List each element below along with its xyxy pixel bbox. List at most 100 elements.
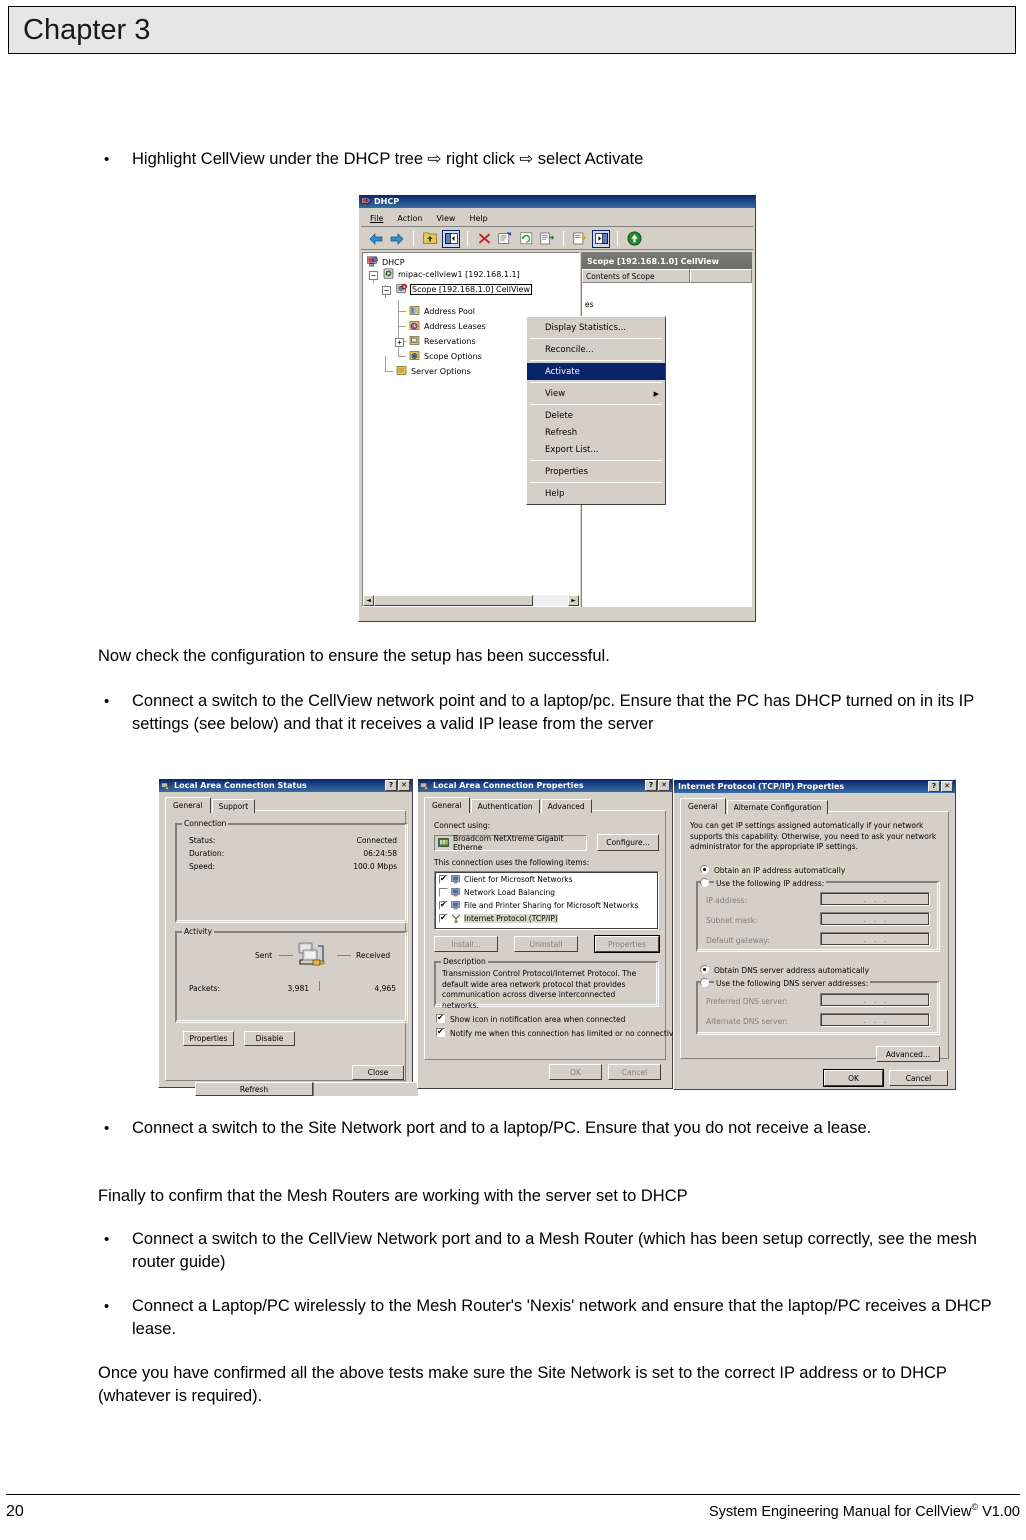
right-pane-columns[interactable]: Contents of Scope — [582, 269, 752, 283]
lac-props-window-buttons[interactable]: ? ✕ — [645, 780, 670, 791]
subnet-mask-field[interactable]: . . . — [820, 912, 930, 926]
context-menu-item-reconcile[interactable]: Reconcile... — [527, 341, 665, 358]
list-item[interactable]: Client for Microsoft Networks — [439, 874, 573, 884]
scroll-track[interactable] — [374, 595, 568, 606]
ok-button[interactable]: OK — [549, 1064, 602, 1080]
lac-status-window-buttons[interactable]: ? ✕ — [385, 780, 410, 791]
menu-view[interactable]: View — [436, 214, 455, 223]
tree-node-address-pool[interactable]: Address Pool — [409, 305, 475, 317]
tree-node-reservations[interactable]: Reservations — [409, 335, 476, 347]
cancel-button[interactable]: Cancel — [608, 1064, 661, 1080]
tab-alternate-configuration[interactable]: Alternate Configuration — [726, 800, 829, 814]
help-button-icon[interactable]: ? — [645, 780, 657, 791]
refresh-button-behind[interactable]: Refresh — [195, 1082, 313, 1096]
activate-icon[interactable] — [625, 230, 643, 248]
alternate-dns-field[interactable]: . . . — [820, 1013, 930, 1027]
tree-expander-reservations[interactable]: + — [395, 338, 404, 347]
configure-button[interactable]: Configure... — [597, 834, 659, 851]
tab-authentication[interactable]: Authentication — [470, 799, 540, 813]
ok-button[interactable]: OK — [824, 1070, 883, 1086]
context-menu-item-export-list[interactable]: Export List... — [527, 441, 665, 458]
tree-expander-scope[interactable]: − — [382, 286, 391, 295]
dhcp-toolbar[interactable]: ? — [361, 228, 753, 250]
tree-node-dhcp-root[interactable]: DHCP — [367, 256, 405, 268]
tab-general[interactable]: General — [424, 797, 470, 813]
install-button[interactable]: Install... — [434, 936, 498, 952]
local-area-connection-properties-dialog[interactable]: Local Area Connection Properties ? ✕ Gen… — [417, 778, 683, 1089]
radio-obtain-ip-automatically[interactable] — [700, 865, 709, 874]
close-icon[interactable]: ✕ — [941, 781, 953, 792]
tree-node-address-leases[interactable]: Address Leases — [409, 320, 486, 332]
list-item[interactable]: File and Printer Sharing for Microsoft N… — [439, 900, 638, 910]
tcpip-tabs[interactable]: General Alternate Configuration — [680, 798, 829, 814]
preferred-dns-field[interactable]: . . . — [820, 993, 930, 1007]
help-icon[interactable]: ? — [571, 230, 589, 248]
back-arrow-icon[interactable] — [367, 230, 385, 248]
disable-button[interactable]: Disable — [244, 1031, 295, 1046]
context-menu-item-delete[interactable]: Delete — [527, 407, 665, 424]
list-item[interactable]: Network Load Balancing — [439, 888, 555, 897]
cancel-button[interactable]: Cancel — [889, 1070, 948, 1086]
lac-props-tabs[interactable]: General Authentication Advanced — [424, 797, 593, 813]
list-item[interactable]: Internet Protocol (TCP/IP) — [439, 913, 558, 923]
context-menu-item-view[interactable]: View ▶ — [527, 385, 665, 402]
tree-node-server[interactable]: mipac-cellview1 [192.168.1.1] — [383, 268, 520, 280]
lac-status-tabs[interactable]: General Support — [165, 797, 256, 813]
scroll-thumb[interactable] — [374, 595, 534, 606]
default-gateway-field[interactable]: . . . — [820, 932, 930, 946]
menu-file[interactable]: File — [370, 214, 383, 223]
menu-action[interactable]: Action — [397, 214, 422, 223]
tree-expander-server[interactable]: − — [369, 271, 378, 280]
close-icon[interactable]: ✕ — [658, 780, 670, 791]
up-folder-icon[interactable] — [421, 230, 439, 248]
tab-general[interactable]: General — [680, 798, 726, 814]
adapter-box[interactable]: Broadcom NetXtreme Gigabit Etherne — [434, 834, 587, 852]
tab-support[interactable]: Support — [211, 799, 256, 813]
tcpip-window-buttons[interactable]: ? ✕ — [928, 781, 953, 792]
menu-help[interactable]: Help — [469, 214, 487, 223]
checkbox-file-and-printer-sharing[interactable] — [439, 900, 448, 910]
ip-address-field[interactable]: . . . — [820, 892, 930, 906]
checkbox-network-load-balancing[interactable] — [439, 888, 448, 897]
local-area-connection-status-dialog[interactable]: Local Area Connection Status ? ✕ General… — [158, 778, 413, 1088]
context-menu-item-activate[interactable]: Activate — [527, 363, 665, 380]
column-header-blank[interactable] — [690, 269, 752, 283]
context-menu-item-refresh[interactable]: Refresh — [527, 424, 665, 441]
properties-icon[interactable] — [496, 230, 514, 248]
show-pane-icon[interactable] — [592, 229, 610, 248]
tab-advanced[interactable]: Advanced — [540, 799, 592, 813]
checkbox-internet-protocol-tcpip[interactable] — [439, 913, 448, 923]
tree-node-scope[interactable]: Scope [192.168.1.0] CellView — [396, 283, 532, 295]
refresh-icon[interactable] — [517, 230, 535, 248]
dhcp-context-menu[interactable]: Display Statistics... Reconcile... Activ… — [526, 316, 666, 505]
radio-obtain-dns-automatically[interactable] — [700, 965, 709, 974]
show-tree-icon[interactable] — [442, 229, 460, 248]
close-icon[interactable]: ✕ — [398, 780, 410, 791]
properties-button[interactable]: Properties — [183, 1031, 234, 1046]
close-button[interactable]: Close — [352, 1065, 404, 1080]
context-menu-item-help[interactable]: Help — [527, 485, 665, 502]
tab-general[interactable]: General — [165, 797, 211, 813]
dhcp-menubar[interactable]: File Action View Help — [361, 210, 753, 227]
tree-node-scope-options[interactable]: Scope Options — [409, 350, 482, 362]
context-menu-item-display-statistics[interactable]: Display Statistics... — [527, 319, 665, 336]
checkbox-client-for-ms-networks[interactable] — [439, 874, 448, 884]
tcpip-properties-dialog[interactable]: Internet Protocol (TCP/IP) Properties ? … — [673, 779, 956, 1090]
tree-node-server-options[interactable]: Server Options — [396, 365, 471, 377]
scroll-right-button[interactable]: ► — [568, 595, 579, 606]
help-button-icon[interactable]: ? — [928, 781, 940, 792]
help-button-icon[interactable]: ? — [385, 780, 397, 791]
uninstall-button[interactable]: Uninstall — [514, 936, 578, 952]
checkbox-show-icon-notification[interactable] — [436, 1013, 445, 1023]
export-list-icon[interactable] — [538, 230, 556, 248]
forward-arrow-icon[interactable] — [388, 230, 406, 248]
checkbox-notify-limited-connectivity[interactable] — [436, 1027, 445, 1037]
advanced-button[interactable]: Advanced... — [876, 1046, 940, 1062]
delete-icon[interactable] — [475, 230, 493, 248]
scroll-left-button[interactable]: ◄ — [363, 595, 374, 606]
radio-use-following-dns[interactable] — [700, 978, 709, 987]
item-properties-button[interactable]: Properties — [595, 936, 659, 952]
tree-horizontal-scrollbar[interactable]: ◄ ► — [363, 595, 579, 606]
radio-use-following-ip[interactable] — [700, 878, 709, 887]
column-header-contents[interactable]: Contents of Scope — [582, 269, 690, 283]
